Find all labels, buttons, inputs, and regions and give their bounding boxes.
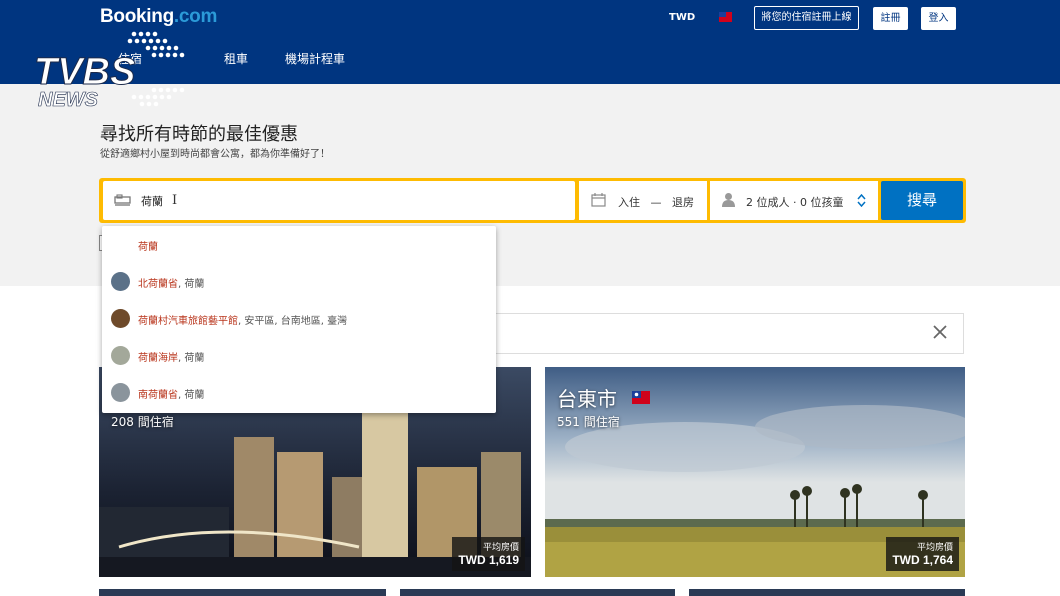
watermark-main: TVBS <box>34 51 135 93</box>
calendar-icon <box>591 193 606 207</box>
nav-car-rental[interactable]: 租車 <box>224 50 248 67</box>
suggestion-highlight: 荷蘭 <box>138 242 158 253</box>
price-value: TWD 1,619 <box>458 553 519 567</box>
suggestion-highlight: 荷蘭村汽車旅館藝平館 <box>138 316 238 327</box>
suggestion-highlight: 南荷蘭省 <box>138 390 178 401</box>
card-title: 台東市 <box>557 387 617 411</box>
suggestion-rest: , 荷蘭 <box>178 390 205 401</box>
next-card-strip <box>99 589 386 596</box>
search-button[interactable]: 搜尋 <box>881 181 963 220</box>
login-button[interactable]: 登入 <box>921 7 956 30</box>
taiwan-flag-icon <box>632 391 650 404</box>
suggestion-rest: , 荷蘭 <box>178 279 205 290</box>
bed-icon <box>114 194 131 206</box>
watermark-sub: NEWS <box>38 89 99 111</box>
list-property-button[interactable]: 將您的住宿註冊上線 <box>754 6 859 30</box>
suggestion-item[interactable]: 荷蘭村汽車旅館藝平館, 安平區, 台南地區, 臺灣 <box>102 304 496 334</box>
location-thumbnail <box>111 346 130 365</box>
currency-selector[interactable]: TWD <box>669 12 695 23</box>
text-cursor-icon: I <box>172 193 178 208</box>
chevron-updown-icon <box>857 194 866 207</box>
suggestion-highlight: 北荷蘭省 <box>138 279 178 290</box>
location-thumbnail <box>111 383 130 402</box>
hero-subtitle: 從舒適鄉村小屋到時尚都會公寓，都為你準備好了！ <box>100 149 330 160</box>
suggestion-item[interactable]: 荷蘭 <box>102 230 496 260</box>
language-flag-icon[interactable] <box>719 12 732 22</box>
price-box: 平均房價 TWD 1,619 <box>452 537 525 571</box>
price-label: 平均房價 <box>916 543 953 553</box>
card-property-count: 551 間住宿 <box>557 415 620 429</box>
hero-title: 尋找所有時節的最佳優惠 <box>100 124 298 145</box>
destination-card[interactable]: 台東市 551 間住宿 平均房價 TWD 1,764 <box>545 367 965 577</box>
price-box: 平均房價 TWD 1,764 <box>886 537 959 571</box>
close-icon[interactable] <box>931 323 949 341</box>
next-card-strip <box>400 589 675 596</box>
price-label: 平均房價 <box>482 543 519 553</box>
suggestion-item[interactable]: 荷蘭海岸, 荷蘭 <box>102 341 496 371</box>
dates-label: 入住 — 退房 <box>618 196 694 209</box>
booking-logo[interactable]: Booking.com <box>100 6 217 28</box>
suggestion-rest: , 安平區, 台南地區, 臺灣 <box>238 316 348 327</box>
location-thumbnail <box>111 309 130 328</box>
location-thumbnail <box>111 272 130 291</box>
autocomplete-dropdown: 荷蘭 北荷蘭省, 荷蘭 荷蘭村汽車旅館藝平館, 安平區, 台南地區, 臺灣 荷蘭… <box>102 226 496 413</box>
suggestion-item[interactable]: 北荷蘭省, 荷蘭 <box>102 267 496 297</box>
tvbs-news-watermark: TVBS NEWS <box>34 31 185 111</box>
card-property-count: 208 間住宿 <box>111 415 174 429</box>
price-value: TWD 1,764 <box>892 553 953 567</box>
next-card-strip <box>689 589 965 596</box>
person-icon <box>722 193 735 207</box>
guests-label: 2 位成人 · 0 位孩童 <box>746 196 844 209</box>
suggestion-item[interactable]: 南荷蘭省, 荷蘭 <box>102 378 496 408</box>
register-button[interactable]: 註冊 <box>873 7 908 30</box>
nav-airport-taxi[interactable]: 機場計程車 <box>285 50 345 67</box>
suggestion-highlight: 荷蘭海岸 <box>138 353 178 364</box>
filter-bar[interactable] <box>470 313 964 354</box>
suggestion-rest: , 荷蘭 <box>178 353 205 364</box>
destination-value: 荷蘭 <box>141 195 163 208</box>
